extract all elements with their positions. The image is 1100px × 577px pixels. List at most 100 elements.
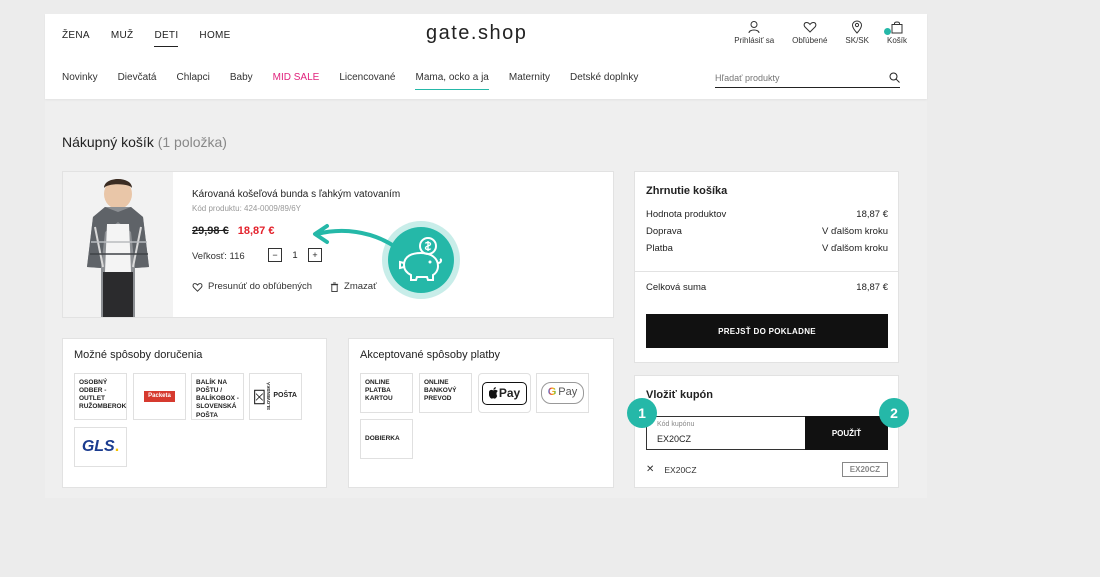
- nav-deti[interactable]: DETI: [154, 30, 179, 47]
- summary-row-shipping: Doprava V ďalšom kroku: [646, 226, 888, 237]
- search-icon[interactable]: [889, 72, 900, 83]
- bag-icon: [891, 21, 903, 34]
- cat-mid-sale[interactable]: MID SALE: [273, 72, 320, 90]
- payment-title: Akceptované spôsoby platby: [360, 349, 501, 361]
- page: ŽENA MUŽ DETI HOME gate.shop Prihlásiť s…: [45, 14, 927, 498]
- payment-methods-card: Akceptované spôsoby platby ONLINE PLATBA…: [348, 338, 614, 488]
- favorites-label: Obľúbené: [792, 36, 828, 45]
- applied-coupon: ✕ EX20CZ EX20CZ: [646, 462, 888, 477]
- cart-label: Košík: [886, 36, 907, 45]
- coupon-input[interactable]: Kód kupónu EX20CZ: [646, 416, 806, 450]
- product-size: Veľkosť: 116: [192, 251, 245, 262]
- product-name[interactable]: Károvaná košeľová bunda s ľahkým vatovan…: [192, 189, 400, 200]
- piggy-bank-icon: [399, 237, 443, 281]
- remove-coupon-icon[interactable]: ✕: [646, 464, 654, 475]
- nav-home[interactable]: HOME: [199, 30, 230, 47]
- packeta-logo: Packeta: [133, 373, 186, 420]
- delivery-methods-card: Možné spôsoby doručenia OSOBNÝ ODBER - O…: [62, 338, 327, 488]
- cart-title: Nákupný košík: [62, 134, 154, 150]
- cat-dievcata[interactable]: Dievčatá: [118, 72, 157, 90]
- step-marker-1: 1: [627, 398, 657, 428]
- remove-item-button[interactable]: Zmazať: [330, 281, 377, 292]
- product-code: Kód produktu: 424-0009/89/6Y: [192, 204, 301, 213]
- cart-item: Károvaná košeľová bunda s ľahkým vatovan…: [62, 171, 614, 318]
- qty-minus-button[interactable]: −: [268, 248, 282, 262]
- summary-title: Zhrnutie košíka: [646, 185, 728, 197]
- summary-value: 18,87 €: [856, 209, 888, 220]
- cat-baby[interactable]: Baby: [230, 72, 253, 90]
- category-nav: Novinky Dievčatá Chlapci Baby MID SALE L…: [62, 72, 658, 90]
- cart-link[interactable]: Košík: [883, 20, 907, 45]
- piggy-bank-badge: [388, 227, 454, 293]
- user-icon: [748, 21, 760, 34]
- step-marker-2: 2: [879, 398, 909, 428]
- search-input[interactable]: [715, 72, 875, 83]
- summary-row-payment: Platba V ďalšom kroku: [646, 243, 888, 254]
- move-to-favorites-button[interactable]: Presunúť do obľúbených: [192, 281, 312, 292]
- product-prices: 29,98 € 18,87 €: [192, 225, 274, 237]
- slovenska-posta-logo: Slovenská POŠTA: [249, 373, 302, 420]
- nav-muz[interactable]: MUŽ: [111, 30, 134, 47]
- apple-icon: [488, 387, 498, 399]
- posta-logo-text: POŠTA: [273, 392, 297, 400]
- delivery-option-posta: BALÍK NA POŠTU / BALÍKOBOX - SLOVENSKÁ P…: [191, 373, 244, 420]
- coupon-card: Vložiť kupón Kód kupónu EX20CZ POUŽIŤ ✕ …: [634, 375, 899, 488]
- nav-zena[interactable]: ŽENA: [62, 30, 90, 47]
- top-nav: ŽENA MUŽ DETI HOME: [62, 30, 252, 47]
- summary-divider: [635, 271, 898, 272]
- summary-row-products: Hodnota produktov 18,87 €: [646, 209, 888, 220]
- cat-doplnky[interactable]: Detské doplnky: [570, 72, 638, 90]
- remove-label: Zmazať: [344, 281, 377, 292]
- summary-total: Celková suma 18,87 €: [646, 282, 888, 293]
- page-title: Nákupný košík (1 položka): [62, 134, 227, 150]
- favorites-link[interactable]: Obľúbené: [792, 20, 827, 45]
- old-price: 29,98 €: [192, 225, 229, 237]
- product-image[interactable]: [63, 172, 173, 317]
- summary-value: V ďalšom kroku: [821, 226, 888, 237]
- gls-logo: GLS.: [74, 427, 127, 467]
- summary-value: V ďalšom kroku: [821, 243, 888, 254]
- delivery-title: Možné spôsoby doručenia: [74, 349, 203, 361]
- summary-label: Platba: [646, 243, 673, 254]
- heart-icon: [803, 21, 817, 33]
- site-logo[interactable]: gate.shop: [426, 22, 527, 45]
- cat-novinky[interactable]: Novinky: [62, 72, 98, 90]
- cat-maternity[interactable]: Maternity: [509, 72, 550, 90]
- apply-coupon-button[interactable]: POUŽIŤ: [805, 416, 888, 450]
- site-header: ŽENA MUŽ DETI HOME gate.shop Prihlásiť s…: [45, 14, 927, 99]
- apple-pay-text: Pay: [498, 385, 521, 400]
- coupon-field-label: Kód kupónu: [657, 421, 695, 428]
- google-g-icon: G: [547, 386, 557, 399]
- header-icons: Prihlásiť sa Obľúbené SK/SK Košík: [716, 20, 907, 45]
- item-actions: Presunúť do obľúbených Zmazať: [192, 281, 395, 292]
- qty-value: 1: [292, 249, 298, 261]
- posta-logo-side-text: Slovenská: [265, 382, 271, 411]
- delivery-option-outlet: OSOBNÝ ODBER - OUTLET RUŽOMBEROK: [74, 373, 127, 420]
- google-pay-logo: G Pay: [536, 373, 589, 413]
- summary-label: Hodnota produktov: [646, 209, 727, 220]
- payment-option-cod: DOBIERKA: [360, 419, 413, 459]
- apple-pay-logo: Pay: [478, 373, 531, 413]
- coupon-title: Vložiť kupón: [646, 389, 713, 401]
- cat-mama-ocko[interactable]: Mama, ocko a ja: [415, 72, 489, 90]
- checkout-button[interactable]: PREJSŤ DO POKLADNE: [646, 314, 888, 348]
- heart-icon: [192, 282, 203, 292]
- login-label: Prihlásiť sa: [734, 36, 775, 45]
- payment-option-bank: ONLINE BANKOVÝ PREVOD: [419, 373, 472, 413]
- posta-emblem-icon: [254, 389, 265, 404]
- cat-chlapci[interactable]: Chlapci: [176, 72, 209, 90]
- cat-licencovane[interactable]: Licencované: [339, 72, 395, 90]
- move-to-favorites-label: Presunúť do obľúbených: [208, 281, 313, 292]
- cart-summary-card: Zhrnutie košíka Hodnota produktov 18,87 …: [634, 171, 899, 363]
- gls-logo-text: GLS: [81, 438, 115, 455]
- summary-label: Doprava: [646, 226, 682, 237]
- region-label: SK/SK: [845, 36, 869, 45]
- location-icon: [852, 20, 863, 34]
- total-value: 18,87 €: [856, 282, 888, 293]
- cart-count-dot: [883, 28, 891, 35]
- trash-icon: [330, 282, 339, 292]
- cart-count: (1 položka): [157, 134, 227, 150]
- login-link[interactable]: Prihlásiť sa: [734, 20, 774, 45]
- product-photo-illustration: [63, 172, 173, 317]
- region-link[interactable]: SK/SK: [845, 20, 869, 45]
